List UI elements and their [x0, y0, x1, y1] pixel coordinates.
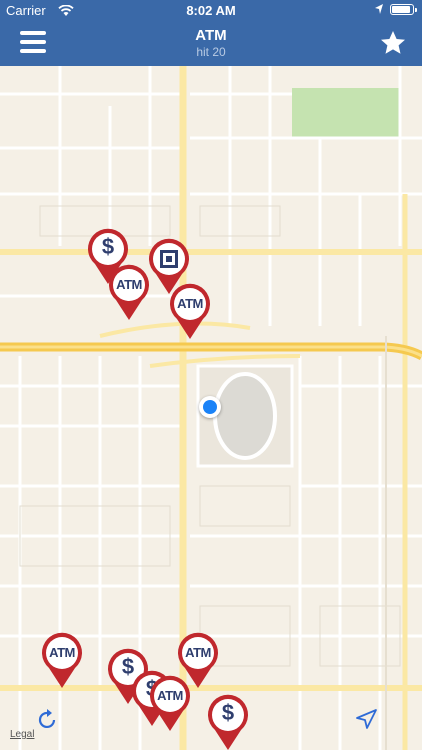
page-title: ATM: [195, 27, 227, 44]
atm-icon: ATM: [177, 296, 203, 311]
current-location-dot: [199, 396, 221, 418]
location-arrow-icon: [356, 709, 377, 729]
navigation-bar: ATM hit 20: [0, 22, 422, 66]
map-pin-atm[interactable]: ATM: [107, 264, 151, 322]
bank-square-icon: [160, 250, 178, 268]
status-icons: [374, 3, 417, 15]
page-subtitle: hit 20: [196, 45, 226, 59]
atm-icon: ATM: [49, 645, 75, 660]
wifi-icon: [58, 5, 74, 16]
map-pin-dollar[interactable]: $: [206, 694, 250, 750]
favorites-button[interactable]: [378, 28, 408, 58]
map-pin-atm[interactable]: ATM: [148, 675, 192, 733]
atm-icon: ATM: [116, 277, 142, 292]
legal-link[interactable]: Legal: [10, 729, 34, 740]
battery-icon: [390, 3, 417, 15]
dollar-icon: $: [221, 700, 235, 725]
locate-me-button[interactable]: [354, 708, 378, 732]
atm-icon: ATM: [157, 688, 183, 703]
dollar-icon: $: [101, 234, 115, 259]
map-pin-atm[interactable]: ATM: [168, 283, 212, 341]
atm-icon: ATM: [185, 645, 211, 660]
refresh-button[interactable]: [36, 708, 60, 732]
park-area: [292, 88, 400, 138]
star-icon: [381, 31, 405, 54]
map-pin-atm[interactable]: ATM: [40, 632, 84, 690]
location-services-icon: [375, 4, 383, 14]
